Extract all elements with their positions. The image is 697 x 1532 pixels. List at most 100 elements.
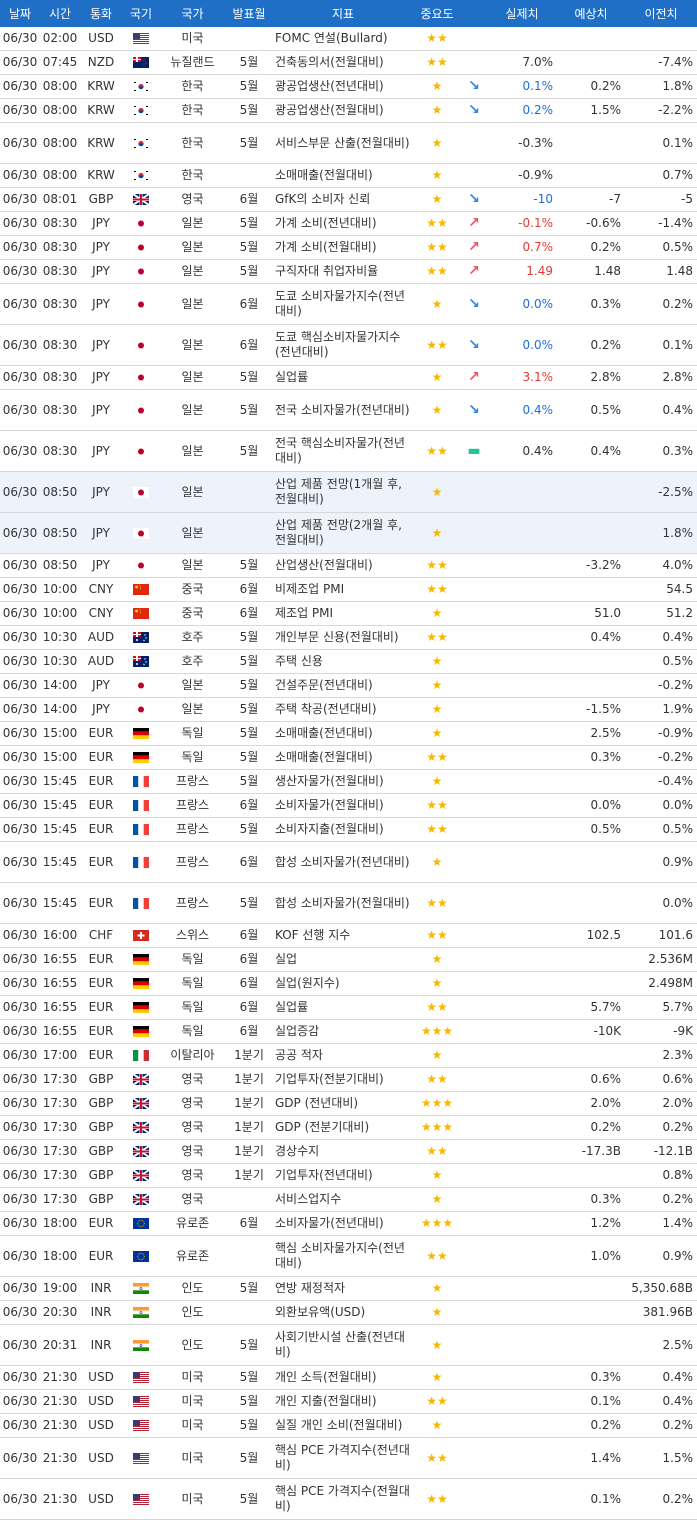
indicator-cell[interactable]: 실업 xyxy=(273,947,413,972)
column-header[interactable]: 국기 xyxy=(122,0,160,27)
table-row[interactable]: 06/30 10:00 CNY 중국 6월 제조업 PMI ★ 51.0 51.2 xyxy=(0,601,697,626)
table-row[interactable]: 06/30 15:45 EUR 프랑스 5월 소비자지출(전월대비) ★★ 0.5% 0.5% xyxy=(0,817,697,842)
indicator-cell[interactable]: 기업투자(전년대비) xyxy=(273,1163,413,1188)
indicator-cell[interactable]: 소비자물가(전월대비) xyxy=(273,793,413,818)
indicator-cell[interactable]: 합성 소비자물가(전년대비) xyxy=(273,841,413,883)
indicator-cell[interactable]: 핵심 PCE 가격지수(전월대비) xyxy=(273,1478,413,1520)
table-row[interactable]: 06/30 20:30 INR 인도 외환보유액(USD) ★ 381.96B xyxy=(0,1300,697,1325)
table-row[interactable]: 06/30 21:30 USD 미국 5월 개인 지출(전월대비) ★★ 0.1% 0.4% xyxy=(0,1389,697,1414)
indicator-cell[interactable]: 연방 재정적자 xyxy=(273,1276,413,1301)
table-row[interactable]: 06/30 15:00 EUR 독일 5월 소매매출(전년대비) ★ 2.5% -0.9% xyxy=(0,721,697,746)
table-row[interactable]: 06/30 15:45 EUR 프랑스 5월 생산자물가(전월대비) ★ -0.4% xyxy=(0,769,697,794)
indicator-cell[interactable]: GDP (전분기대비) xyxy=(273,1115,413,1140)
table-row[interactable]: 06/30 17:00 EUR 이탈리아 1분기 공공 적자 ★ 2.3% xyxy=(0,1043,697,1068)
table-row[interactable]: 06/30 16:55 EUR 독일 6월 실업증감 ★★★ -10K -9K xyxy=(0,1019,697,1044)
table-row[interactable]: 06/30 17:30 GBP 영국 1분기 GDP (전년대비) ★★★ 2.0% 2.0% xyxy=(0,1091,697,1116)
table-row[interactable]: 06/30 21:30 USD 미국 5월 개인 소득(전월대비) ★ 0.3% 0.4% xyxy=(0,1365,697,1390)
column-header[interactable]: 날짜 xyxy=(0,0,40,27)
table-row[interactable]: 06/30 16:00 CHF 스위스 6월 KOF 선행 지수 ★★ 102.5 101.6 xyxy=(0,923,697,948)
indicator-cell[interactable]: 실업증감 xyxy=(273,1019,413,1044)
table-row[interactable]: 06/30 14:00 JPY 일본 5월 주택 착공(전년대비) ★ -1.5% 1.9% xyxy=(0,697,697,722)
indicator-cell[interactable]: FOMC 연설(Bullard) xyxy=(273,27,413,51)
table-row[interactable]: 06/30 16:55 EUR 독일 6월 실업(원지수) ★ 2.498M xyxy=(0,971,697,996)
table-row[interactable]: 06/30 15:00 EUR 독일 5월 소매매출(전월대비) ★★ 0.3% -0.2% xyxy=(0,745,697,770)
column-header[interactable] xyxy=(461,0,487,27)
indicator-cell[interactable]: 건설주문(전년대비) xyxy=(273,673,413,698)
table-row[interactable]: 06/30 08:30 JPY 일본 5월 구직자대 취업자비율 ★★ ↗ 1.49 1.48 1.… xyxy=(0,259,697,284)
table-row[interactable]: 06/30 10:00 CNY 중국 6월 비제조업 PMI ★★ 54.5 xyxy=(0,577,697,602)
indicator-cell[interactable]: 소매매출(전년대비) xyxy=(273,721,413,746)
indicator-cell[interactable]: 개인 소득(전월대비) xyxy=(273,1365,413,1390)
indicator-cell[interactable]: 소비자지출(전월대비) xyxy=(273,817,413,842)
column-header[interactable]: 실제치 xyxy=(487,0,557,27)
indicator-cell[interactable]: KOF 선행 지수 xyxy=(273,923,413,948)
table-row[interactable]: 06/30 08:50 JPY 일본 산업 제품 전망(2개월 후, 전월대비) ★ 1.8… xyxy=(0,512,697,554)
table-row[interactable]: 06/30 10:30 AUD 호주 5월 개인부문 신용(전월대비) ★★ 0.4% 0.4% xyxy=(0,625,697,650)
indicator-cell[interactable]: 핵심 소비자물가지수(전년대비) xyxy=(273,1235,413,1277)
table-row[interactable]: 06/30 08:01 GBP 영국 6월 GfK의 소비자 신뢰 ★ ↘ -10 -7 -5 xyxy=(0,187,697,212)
table-row[interactable]: 06/30 17:30 GBP 영국 1분기 기업투자(전분기대비) ★★ 0.6% 0.6% xyxy=(0,1067,697,1092)
indicator-cell[interactable]: 소매매출(전월대비) xyxy=(273,745,413,770)
indicator-cell[interactable]: 외환보유액(USD) xyxy=(273,1300,413,1325)
table-row[interactable]: 06/30 08:30 JPY 일본 5월 실업률 ★ ↗ 3.1% 2.8% 2.8% xyxy=(0,365,697,390)
indicator-cell[interactable]: 전국 소비자물가(전년대비) xyxy=(273,389,413,431)
table-row[interactable]: 06/30 21:30 USD 미국 5월 핵심 PCE 가격지수(전년대비) ★★ 1.4%… xyxy=(0,1437,697,1479)
column-header[interactable]: 이전치 xyxy=(625,0,697,27)
indicator-cell[interactable]: 구직자대 취업자비율 xyxy=(273,259,413,284)
table-row[interactable]: 06/30 08:00 KRW 한국 소매매출(전월대비) ★ -0.9% 0.7% xyxy=(0,163,697,188)
indicator-cell[interactable]: 도쿄 핵심소비자물가지수(전년대비) xyxy=(273,324,413,366)
table-row[interactable]: 06/30 08:30 JPY 일본 5월 전국 소비자물가(전년대비) ★ ↘ 0.4% 0.5… xyxy=(0,389,697,431)
table-row[interactable]: 06/30 08:00 KRW 한국 5월 서비스부문 산출(전월대비) ★ -0.3% 0.1… xyxy=(0,122,697,164)
indicator-cell[interactable]: 산업 제품 전망(1개월 후, 전월대비) xyxy=(273,471,413,513)
indicator-cell[interactable]: 가계 소비(전월대비) xyxy=(273,235,413,260)
indicator-cell[interactable]: 산업 제품 전망(2개월 후, 전월대비) xyxy=(273,512,413,554)
column-header[interactable]: 지표 xyxy=(273,0,413,27)
indicator-cell[interactable]: 실질 개인 소비(전월대비) xyxy=(273,1413,413,1438)
table-row[interactable]: 06/30 08:30 JPY 일본 5월 전국 핵심소비자물가(전년대비) ★★ ▬ 0.4%… xyxy=(0,430,697,472)
indicator-cell[interactable]: 개인부문 신용(전월대비) xyxy=(273,625,413,650)
indicator-cell[interactable]: 합성 소비자물가(전월대비) xyxy=(273,882,413,924)
indicator-cell[interactable]: 광공업생산(전년대비) xyxy=(273,74,413,99)
indicator-cell[interactable]: 광공업생산(전월대비) xyxy=(273,98,413,123)
indicator-cell[interactable]: 주택 신용 xyxy=(273,649,413,674)
indicator-cell[interactable]: 소비자물가(전년대비) xyxy=(273,1211,413,1236)
table-row[interactable]: 06/30 15:45 EUR 프랑스 5월 합성 소비자물가(전월대비) ★★ 0.0% xyxy=(0,882,697,924)
indicator-cell[interactable]: 비제조업 PMI xyxy=(273,577,413,602)
table-row[interactable]: 06/30 08:30 JPY 일본 6월 도쿄 핵심소비자물가지수(전년대비) ★★ ↘ 0.… xyxy=(0,324,697,366)
table-row[interactable]: 06/30 19:00 INR 인도 5월 연방 재정적자 ★ 5,350.68B xyxy=(0,1276,697,1301)
indicator-cell[interactable]: 실업률 xyxy=(273,365,413,390)
table-row[interactable]: 06/30 16:55 EUR 독일 6월 실업 ★ 2.536M xyxy=(0,947,697,972)
table-row[interactable]: 06/30 08:00 KRW 한국 5월 광공업생산(전월대비) ★ ↘ 0.2% 1.5% -2… xyxy=(0,98,697,123)
indicator-cell[interactable]: 공공 적자 xyxy=(273,1043,413,1068)
table-row[interactable]: 06/30 17:30 GBP 영국 서비스업지수 ★ 0.3% 0.2% xyxy=(0,1187,697,1212)
table-row[interactable]: 06/30 17:30 GBP 영국 1분기 기업투자(전년대비) ★ 0.8% xyxy=(0,1163,697,1188)
indicator-cell[interactable]: 도쿄 소비자물가지수(전년대비) xyxy=(273,283,413,325)
indicator-cell[interactable]: 가계 소비(전년대비) xyxy=(273,211,413,236)
table-row[interactable]: 06/30 16:55 EUR 독일 6월 실업률 ★★ 5.7% 5.7% xyxy=(0,995,697,1020)
indicator-cell[interactable]: 핵심 PCE 가격지수(전년대비) xyxy=(273,1437,413,1479)
indicator-cell[interactable]: 건축동의서(전월대비) xyxy=(273,50,413,75)
table-row[interactable]: 06/30 07:45 NZD 뉴질랜드 5월 건축동의서(전월대비) ★★ 7.0% -7.4… xyxy=(0,50,697,75)
table-row[interactable]: 06/30 15:45 EUR 프랑스 6월 합성 소비자물가(전년대비) ★ 0.9% xyxy=(0,841,697,883)
table-row[interactable]: 06/30 17:30 GBP 영국 1분기 경상수지 ★★ -17.3B -12.1B xyxy=(0,1139,697,1164)
table-row[interactable]: 06/30 08:30 JPY 일본 5월 가계 소비(전월대비) ★★ ↗ 0.7% 0.2% 0… xyxy=(0,235,697,260)
column-header[interactable]: 국가 xyxy=(160,0,225,27)
table-row[interactable]: 06/30 18:00 EUR 유로존 6월 소비자물가(전년대비) ★★★ 1.2% 1.4% xyxy=(0,1211,697,1236)
table-row[interactable]: 06/30 08:50 JPY 일본 산업 제품 전망(1개월 후, 전월대비) ★ -2.… xyxy=(0,471,697,513)
indicator-cell[interactable]: 서비스업지수 xyxy=(273,1187,413,1212)
indicator-cell[interactable]: 실업률 xyxy=(273,995,413,1020)
table-row[interactable]: 06/30 20:31 INR 인도 5월 사회기반시설 산출(전년대비) ★ 2.5% xyxy=(0,1324,697,1366)
table-row[interactable]: 06/30 08:30 JPY 일본 5월 가계 소비(전년대비) ★★ ↗ -0.1% -0.6… xyxy=(0,211,697,236)
indicator-cell[interactable]: 사회기반시설 산출(전년대비) xyxy=(273,1324,413,1366)
table-row[interactable]: 06/30 08:00 KRW 한국 5월 광공업생산(전년대비) ★ ↘ 0.1% 0.2% 1.… xyxy=(0,74,697,99)
indicator-cell[interactable]: 제조업 PMI xyxy=(273,601,413,626)
indicator-cell[interactable]: GfK의 소비자 신뢰 xyxy=(273,187,413,212)
column-header[interactable]: 예상치 xyxy=(557,0,625,27)
table-row[interactable]: 06/30 21:30 USD 미국 5월 핵심 PCE 가격지수(전월대비) ★★ 0.1%… xyxy=(0,1478,697,1520)
table-row[interactable]: 06/30 08:30 JPY 일본 6월 도쿄 소비자물가지수(전년대비) ★ ↘ 0.0% 0… xyxy=(0,283,697,325)
column-header[interactable]: 중요도 xyxy=(413,0,461,27)
indicator-cell[interactable]: 기업투자(전분기대비) xyxy=(273,1067,413,1092)
indicator-cell[interactable]: 경상수지 xyxy=(273,1139,413,1164)
indicator-cell[interactable]: 소매매출(전월대비) xyxy=(273,163,413,188)
table-row[interactable]: 06/30 17:30 GBP 영국 1분기 GDP (전분기대비) ★★★ 0.2% 0.2% xyxy=(0,1115,697,1140)
